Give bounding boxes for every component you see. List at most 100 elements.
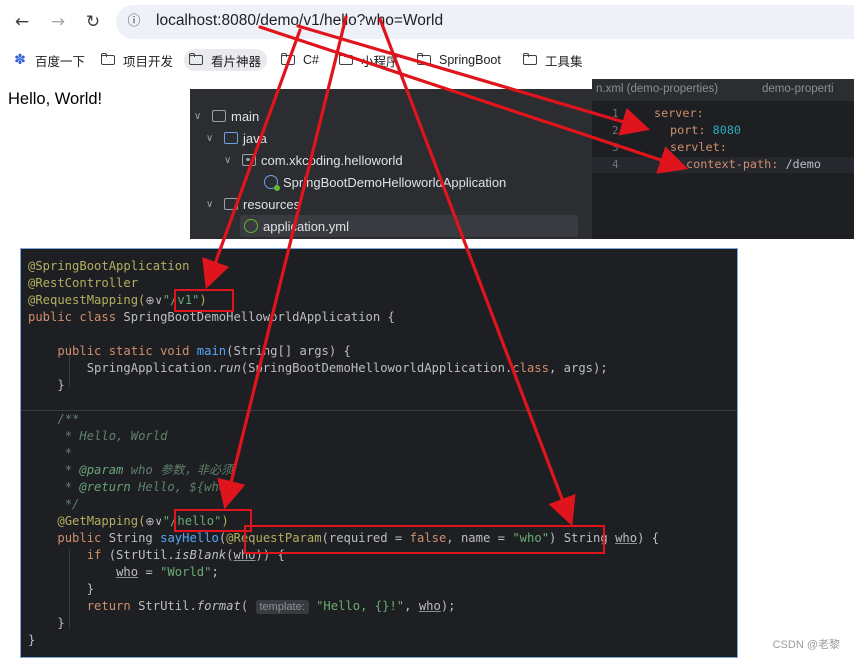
- tree-item-resources[interactable]: ∨ resources: [206, 193, 300, 215]
- tree-item-application-class[interactable]: SpringBootDemoHelloworldApplication: [264, 171, 506, 193]
- yml-line-3[interactable]: servlet:: [670, 140, 727, 154]
- paren: (: [240, 599, 256, 613]
- code-line[interactable]: * @param who 参数，非必须: [28, 462, 234, 479]
- tree-item-application-yml[interactable]: application.yml: [244, 215, 349, 237]
- method-call: run: [218, 361, 241, 375]
- tab-demo-properties[interactable]: demo-properti: [762, 83, 834, 95]
- line-number: 4: [612, 158, 619, 171]
- tab-pom-xml[interactable]: n.xml (demo-properties): [596, 83, 718, 95]
- annotation: @RestController: [28, 276, 139, 290]
- bookmark-baidu[interactable]: ✽ 百度一下: [8, 49, 91, 71]
- string-literal: "Hello, {}!": [308, 599, 405, 613]
- code-line[interactable]: * Hello, World: [28, 428, 168, 445]
- yml-value: /demo: [785, 157, 821, 171]
- reload-icon[interactable]: ↻: [83, 12, 103, 32]
- code-line[interactable]: *: [28, 445, 72, 462]
- doc-tag: @param: [79, 463, 124, 477]
- code-line[interactable]: SpringApplication.run(SpringBootDemoHell…: [28, 360, 608, 377]
- parameter-hint: template:: [255, 600, 309, 614]
- tree-item-main[interactable]: ∨ main: [194, 105, 259, 127]
- code-line[interactable]: return StrUtil.format( template: "Hello,…: [28, 598, 456, 615]
- java-code-editor: @SpringBootApplication @RestController @…: [20, 248, 738, 658]
- globe-icon[interactable]: ⊕∨: [145, 515, 162, 528]
- yml-line-4[interactable]: context-path: /demo: [686, 157, 821, 171]
- code-line[interactable]: }: [28, 581, 94, 598]
- bookmark-folder-springboot[interactable]: SpringBoot: [412, 49, 507, 71]
- folder-icon: [338, 53, 354, 67]
- folder-icon: [100, 53, 116, 67]
- method-call: isBlank: [174, 548, 227, 562]
- method-call: format: [196, 599, 241, 613]
- bookmark-folder-miniprogram[interactable]: 小程序: [334, 49, 405, 71]
- folder-icon: [522, 53, 538, 67]
- code-line[interactable]: @SpringBootApplication: [28, 258, 189, 275]
- chevron-down-icon[interactable]: ∨: [206, 133, 218, 144]
- identifier: (String[] args) {: [226, 344, 351, 358]
- code-line[interactable]: }: [28, 632, 35, 649]
- code-line[interactable]: */: [28, 496, 80, 513]
- folder-icon: [280, 53, 296, 67]
- tree-item-java[interactable]: ∨ java: [206, 127, 267, 149]
- line-number: 3: [612, 141, 619, 154]
- code-line[interactable]: /**: [28, 411, 79, 428]
- code-line[interactable]: }: [28, 615, 65, 632]
- yml-line-2[interactable]: port: 8080: [670, 123, 741, 137]
- site-info-icon[interactable]: ⓘ: [126, 14, 142, 30]
- chevron-down-icon[interactable]: ∨: [224, 155, 236, 166]
- yml-key: server:: [654, 106, 704, 120]
- highlight-box-hello: [174, 509, 252, 532]
- chevron-down-icon[interactable]: ∨: [194, 111, 206, 122]
- string-literal: "World": [160, 565, 212, 579]
- editor-tabs: n.xml (demo-properties) demo-properti: [592, 79, 854, 101]
- identifier: ,: [404, 599, 419, 613]
- tree-item-label: com.xkcoding.helloworld: [261, 152, 403, 168]
- identifier: who: [615, 531, 638, 545]
- yml-key: servlet:: [670, 140, 727, 154]
- bookmark-label: 工具集: [545, 54, 583, 69]
- yml-editor-panel: n.xml (demo-properties) demo-properti 1 …: [592, 79, 854, 239]
- method-name: main: [196, 344, 227, 358]
- identifier: (SpringBootDemoHelloworldApplication.: [240, 361, 513, 375]
- keyword: public class: [28, 310, 124, 324]
- bookmark-folder-csharp[interactable]: C#: [276, 49, 325, 71]
- code-line[interactable]: @RestController: [28, 275, 138, 292]
- identifier: );: [440, 599, 456, 613]
- identifier: SpringBootDemoHelloworldApplication {: [123, 310, 395, 324]
- tree-item-label: SpringBootDemoHelloworldApplication: [283, 174, 507, 190]
- bookmark-folder-project[interactable]: 项目开发: [96, 49, 179, 71]
- yml-key: port:: [670, 123, 706, 137]
- code-line[interactable]: }: [28, 377, 64, 394]
- yml-key: context-path:: [686, 157, 779, 171]
- yml-file-icon: [244, 219, 258, 233]
- tree-item-package[interactable]: ∨ com.xkcoding.helloworld: [224, 149, 403, 171]
- chevron-down-icon[interactable]: ∨: [206, 199, 218, 210]
- identifier: String: [108, 531, 161, 545]
- code-line[interactable]: who = "World";: [28, 564, 219, 581]
- bookmark-folder-video[interactable]: 看片神器: [184, 49, 268, 71]
- code-line[interactable]: * @return Hello, ${who}: [28, 479, 234, 496]
- brace: }: [28, 633, 36, 647]
- line-number: 2: [612, 124, 619, 137]
- globe-icon[interactable]: ⊕∨: [145, 294, 162, 307]
- bookmark-folder-tools[interactable]: 工具集: [518, 49, 589, 71]
- folder-icon: [212, 110, 226, 122]
- keyword: return: [86, 599, 139, 613]
- annotation: @RequestMapping(: [28, 293, 146, 307]
- line-number: 1: [612, 107, 619, 120]
- doc-comment: *: [57, 463, 80, 477]
- bookmark-label: SpringBoot: [439, 53, 501, 67]
- doc-comment: /**: [57, 412, 80, 426]
- browser-toolbar: ← → ↻ ⓘ localhost:8080/demo/v1/hello?who…: [0, 0, 854, 44]
- code-line[interactable]: public static void main(String[] args) {: [28, 343, 351, 360]
- forward-arrow-icon[interactable]: →: [48, 12, 68, 32]
- annotation: @GetMapping(: [57, 514, 146, 528]
- semicolon: ;: [211, 565, 219, 579]
- url-text[interactable]: localhost:8080/demo/v1/hello?who=World: [156, 12, 443, 30]
- tree-item-label: application.yml: [263, 218, 349, 234]
- address-bar[interactable]: ⓘ localhost:8080/demo/v1/hello?who=World: [116, 5, 854, 39]
- identifier: , args);: [548, 361, 608, 375]
- back-arrow-icon[interactable]: ←: [12, 12, 32, 32]
- yml-line-1[interactable]: server:: [654, 106, 704, 120]
- tree-item-label: java: [243, 130, 267, 146]
- brace: }: [57, 616, 65, 630]
